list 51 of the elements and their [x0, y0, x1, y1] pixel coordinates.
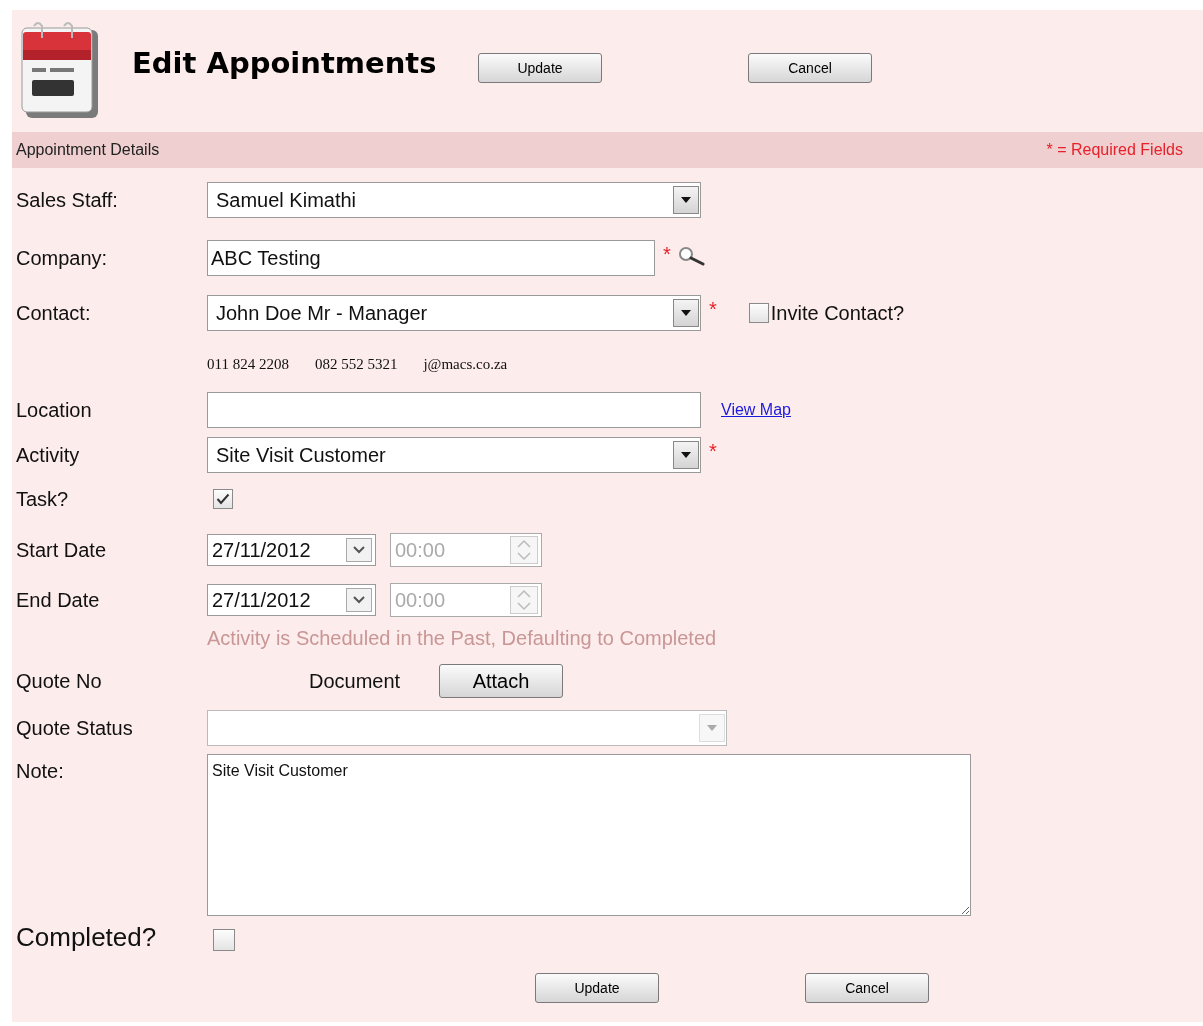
- time-value: 00:00: [394, 588, 446, 613]
- field-label: Activity: [15, 443, 81, 468]
- field-label: Quote Status: [15, 716, 134, 741]
- update-button[interactable]: Update: [478, 53, 602, 83]
- chevron-down-icon[interactable]: [346, 538, 372, 562]
- update-button[interactable]: Update: [535, 973, 659, 1003]
- cancel-button[interactable]: Cancel: [748, 53, 872, 83]
- dropdown[interactable]: John Doe Mr - Manager: [207, 295, 701, 331]
- dropdown-value: Site Visit Customer: [215, 443, 386, 468]
- field-label: Sales Staff:: [15, 188, 119, 213]
- date-value: 27/11/2012: [211, 588, 311, 613]
- field-label: Location: [15, 398, 93, 423]
- notice-text: Activity is Scheduled in the Past, Defaulting to Completed: [207, 626, 717, 651]
- dropdown-value: Samuel Kimathi: [215, 188, 357, 213]
- note-field[interactable]: Site Visit Customer: [207, 754, 971, 916]
- required-marker: *: [663, 244, 671, 264]
- contact-detail: j@macs.co.za: [423, 354, 508, 374]
- field-label: End Date: [15, 588, 101, 613]
- field-label: Completed?: [15, 920, 158, 954]
- attach-button[interactable]: Attach: [439, 664, 563, 698]
- page-title: Edit Appointments: [132, 45, 438, 83]
- search-icon[interactable]: [676, 246, 707, 266]
- time-value: 00:00: [394, 538, 446, 563]
- cancel-button[interactable]: Cancel: [805, 973, 929, 1003]
- field-label: Task?: [15, 487, 70, 512]
- required-marker: *: [709, 299, 717, 319]
- location-field[interactable]: [207, 392, 701, 428]
- company-field[interactable]: ABC Testing: [207, 240, 655, 276]
- field-label: Note:: [15, 759, 65, 784]
- field-label: Quote No: [15, 669, 103, 694]
- dropdown-value: John Doe Mr - Manager: [215, 301, 428, 326]
- required-marker: *: [709, 441, 717, 461]
- chevron-down-icon[interactable]: [346, 588, 372, 612]
- field-label: Start Date: [15, 538, 108, 563]
- contact-detail: 011 824 2208: [207, 354, 289, 374]
- date-dropdown[interactable]: 27/11/2012: [207, 584, 376, 616]
- view-map-link[interactable]: View Map: [721, 398, 791, 422]
- dropdown[interactable]: Site Visit Customer: [207, 437, 701, 473]
- date-dropdown[interactable]: 27/11/2012: [207, 534, 376, 566]
- field-label: Document: [309, 669, 402, 694]
- date-value: 27/11/2012: [211, 538, 311, 563]
- section-title: Appointment Details: [16, 140, 160, 160]
- field-label: Contact:: [15, 301, 92, 326]
- contact-detail: 082 552 5321: [314, 354, 398, 374]
- checkbox[interactable]: [213, 929, 235, 951]
- checkbox[interactable]: [748, 303, 769, 323]
- dropdown[interactable]: Samuel Kimathi: [207, 182, 701, 218]
- checkbox[interactable]: [213, 489, 233, 509]
- field-label: Company:: [15, 246, 109, 271]
- checkbox-label: Invite Contact?: [770, 301, 905, 326]
- required-note: * = Required Fields: [1046, 140, 1183, 160]
